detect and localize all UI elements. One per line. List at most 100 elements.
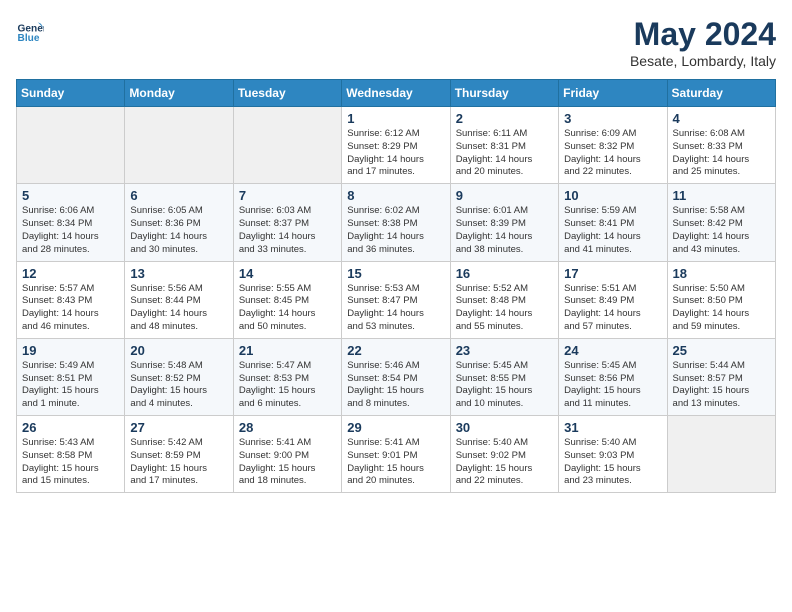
calendar-day-cell: 15Sunrise: 5:53 AM Sunset: 8:47 PM Dayli… [342, 261, 450, 338]
calendar-day-cell: 27 Sunrise: 5:42 AM Sunset: 8:59 PM Dayli… [125, 416, 233, 493]
day-info: Sunrise: 6:05 AM Sunset: 8:36 PM Dayligh… [130, 205, 227, 256]
location: Besate, Lombardy, Italy [630, 53, 776, 69]
day-info: Sunrise: 6:06 AM Sunset: 8:34 PM Dayligh… [22, 205, 119, 256]
calendar-day-cell: 19 Sunrise: 5:49 AM Sunset: 8:51 PM Dayli… [17, 338, 125, 415]
calendar-week-row: 19 Sunrise: 5:49 AM Sunset: 8:51 PM Dayli… [17, 338, 776, 415]
day-of-week-header: Wednesday [342, 80, 450, 107]
day-number: 2 [456, 111, 553, 126]
calendar-day-cell: 24 Sunrise: 5:45 AM Sunset: 8:56 PM Dayli… [559, 338, 667, 415]
day-info: Sunrise: 5:45 AM Sunset: 8:56 PM Dayligh… [564, 360, 661, 411]
calendar-day-cell: 4 Sunrise: 6:08 AM Sunset: 8:33 PM Daylig… [667, 107, 775, 184]
day-number: 5 [22, 188, 119, 203]
calendar-week-row: 12 Sunrise: 5:57 AM Sunset: 8:43 PM Dayli… [17, 261, 776, 338]
calendar-day-cell: 28 Sunrise: 5:41 AM Sunset: 9:00 PM Dayli… [233, 416, 341, 493]
day-info: Sunrise: 6:08 AM Sunset: 8:33 PM Dayligh… [673, 128, 770, 179]
calendar-day-cell: 29 Sunrise: 5:41 AM Sunset: 9:01 PM Dayli… [342, 416, 450, 493]
svg-text:Blue: Blue [18, 33, 40, 44]
day-info: Sunrise: 5:56 AM Sunset: 8:44 PM Dayligh… [130, 283, 227, 334]
day-number: 15 [347, 266, 444, 281]
calendar-day-cell: 7Sunrise: 6:03 AM Sunset: 8:37 PM Daylig… [233, 184, 341, 261]
day-info: Sunrise: 5:42 AM Sunset: 8:59 PM Dayligh… [130, 437, 227, 488]
day-info: Sunrise: 6:09 AM Sunset: 8:32 PM Dayligh… [564, 128, 661, 179]
day-info: Sunrise: 5:46 AM Sunset: 8:54 PM Dayligh… [347, 360, 444, 411]
calendar-week-row: 26Sunrise: 5:43 AM Sunset: 8:58 PM Dayli… [17, 416, 776, 493]
calendar-day-cell: 6Sunrise: 6:05 AM Sunset: 8:36 PM Daylig… [125, 184, 233, 261]
day-info: Sunrise: 5:41 AM Sunset: 9:01 PM Dayligh… [347, 437, 444, 488]
day-number: 8 [347, 188, 444, 203]
day-info: Sunrise: 5:49 AM Sunset: 8:51 PM Dayligh… [22, 360, 119, 411]
day-number: 13 [130, 266, 227, 281]
calendar-day-cell: 9 Sunrise: 6:01 AM Sunset: 8:39 PM Daylig… [450, 184, 558, 261]
day-number: 3 [564, 111, 661, 126]
day-number: 10 [564, 188, 661, 203]
calendar-day-cell [17, 107, 125, 184]
calendar-day-cell: 26Sunrise: 5:43 AM Sunset: 8:58 PM Dayli… [17, 416, 125, 493]
day-info: Sunrise: 5:41 AM Sunset: 9:00 PM Dayligh… [239, 437, 336, 488]
day-number: 24 [564, 343, 661, 358]
calendar-day-cell: 31 Sunrise: 5:40 AM Sunset: 9:03 PM Dayli… [559, 416, 667, 493]
calendar-day-cell: 13 Sunrise: 5:56 AM Sunset: 8:44 PM Dayli… [125, 261, 233, 338]
calendar-day-cell: 30Sunrise: 5:40 AM Sunset: 9:02 PM Dayli… [450, 416, 558, 493]
day-number: 7 [239, 188, 336, 203]
day-info: Sunrise: 5:40 AM Sunset: 9:02 PM Dayligh… [456, 437, 553, 488]
day-number: 31 [564, 420, 661, 435]
day-info: Sunrise: 5:51 AM Sunset: 8:49 PM Dayligh… [564, 283, 661, 334]
month-title: May 2024 [630, 16, 776, 53]
day-number: 19 [22, 343, 119, 358]
day-info: Sunrise: 5:47 AM Sunset: 8:53 PM Dayligh… [239, 360, 336, 411]
day-number: 26 [22, 420, 119, 435]
calendar-day-cell: 2 Sunrise: 6:11 AM Sunset: 8:31 PM Daylig… [450, 107, 558, 184]
page-header: General Blue May 2024 Besate, Lombardy, … [16, 16, 776, 69]
calendar-day-cell: 5 Sunrise: 6:06 AM Sunset: 8:34 PM Daylig… [17, 184, 125, 261]
calendar-day-cell: 20Sunrise: 5:48 AM Sunset: 8:52 PM Dayli… [125, 338, 233, 415]
day-number: 23 [456, 343, 553, 358]
day-info: Sunrise: 5:45 AM Sunset: 8:55 PM Dayligh… [456, 360, 553, 411]
calendar-day-cell [233, 107, 341, 184]
calendar-day-cell: 10Sunrise: 5:59 AM Sunset: 8:41 PM Dayli… [559, 184, 667, 261]
day-number: 27 [130, 420, 227, 435]
day-of-week-header: Friday [559, 80, 667, 107]
day-info: Sunrise: 6:11 AM Sunset: 8:31 PM Dayligh… [456, 128, 553, 179]
day-info: Sunrise: 6:01 AM Sunset: 8:39 PM Dayligh… [456, 205, 553, 256]
day-info: Sunrise: 5:50 AM Sunset: 8:50 PM Dayligh… [673, 283, 770, 334]
calendar-day-cell: 23 Sunrise: 5:45 AM Sunset: 8:55 PM Dayli… [450, 338, 558, 415]
calendar-table: SundayMondayTuesdayWednesdayThursdayFrid… [16, 79, 776, 493]
day-number: 28 [239, 420, 336, 435]
day-number: 4 [673, 111, 770, 126]
calendar-day-cell: 18Sunrise: 5:50 AM Sunset: 8:50 PM Dayli… [667, 261, 775, 338]
day-info: Sunrise: 5:40 AM Sunset: 9:03 PM Dayligh… [564, 437, 661, 488]
calendar-day-cell [125, 107, 233, 184]
calendar-header-row: SundayMondayTuesdayWednesdayThursdayFrid… [17, 80, 776, 107]
day-number: 12 [22, 266, 119, 281]
day-number: 29 [347, 420, 444, 435]
day-info: Sunrise: 5:52 AM Sunset: 8:48 PM Dayligh… [456, 283, 553, 334]
day-number: 17 [564, 266, 661, 281]
day-of-week-header: Tuesday [233, 80, 341, 107]
calendar-week-row: 1 Sunrise: 6:12 AM Sunset: 8:29 PM Daylig… [17, 107, 776, 184]
day-of-week-header: Sunday [17, 80, 125, 107]
calendar-day-cell: 16Sunrise: 5:52 AM Sunset: 8:48 PM Dayli… [450, 261, 558, 338]
day-of-week-header: Thursday [450, 80, 558, 107]
day-info: Sunrise: 6:12 AM Sunset: 8:29 PM Dayligh… [347, 128, 444, 179]
calendar-day-cell: 1 Sunrise: 6:12 AM Sunset: 8:29 PM Daylig… [342, 107, 450, 184]
day-number: 14 [239, 266, 336, 281]
day-of-week-header: Saturday [667, 80, 775, 107]
day-info: Sunrise: 5:57 AM Sunset: 8:43 PM Dayligh… [22, 283, 119, 334]
calendar-day-cell: 14 Sunrise: 5:55 AM Sunset: 8:45 PM Dayli… [233, 261, 341, 338]
title-area: May 2024 Besate, Lombardy, Italy [630, 16, 776, 69]
calendar-day-cell: 8Sunrise: 6:02 AM Sunset: 8:38 PM Daylig… [342, 184, 450, 261]
day-number: 20 [130, 343, 227, 358]
calendar-day-cell: 12 Sunrise: 5:57 AM Sunset: 8:43 PM Dayli… [17, 261, 125, 338]
calendar-day-cell: 17 Sunrise: 5:51 AM Sunset: 8:49 PM Dayli… [559, 261, 667, 338]
calendar-day-cell: 3 Sunrise: 6:09 AM Sunset: 8:32 PM Daylig… [559, 107, 667, 184]
day-number: 1 [347, 111, 444, 126]
day-number: 11 [673, 188, 770, 203]
day-info: Sunrise: 5:44 AM Sunset: 8:57 PM Dayligh… [673, 360, 770, 411]
calendar-week-row: 5 Sunrise: 6:06 AM Sunset: 8:34 PM Daylig… [17, 184, 776, 261]
calendar-day-cell: 22Sunrise: 5:46 AM Sunset: 8:54 PM Dayli… [342, 338, 450, 415]
calendar-day-cell [667, 416, 775, 493]
day-info: Sunrise: 5:55 AM Sunset: 8:45 PM Dayligh… [239, 283, 336, 334]
day-number: 9 [456, 188, 553, 203]
day-number: 25 [673, 343, 770, 358]
calendar-day-cell: 21Sunrise: 5:47 AM Sunset: 8:53 PM Dayli… [233, 338, 341, 415]
